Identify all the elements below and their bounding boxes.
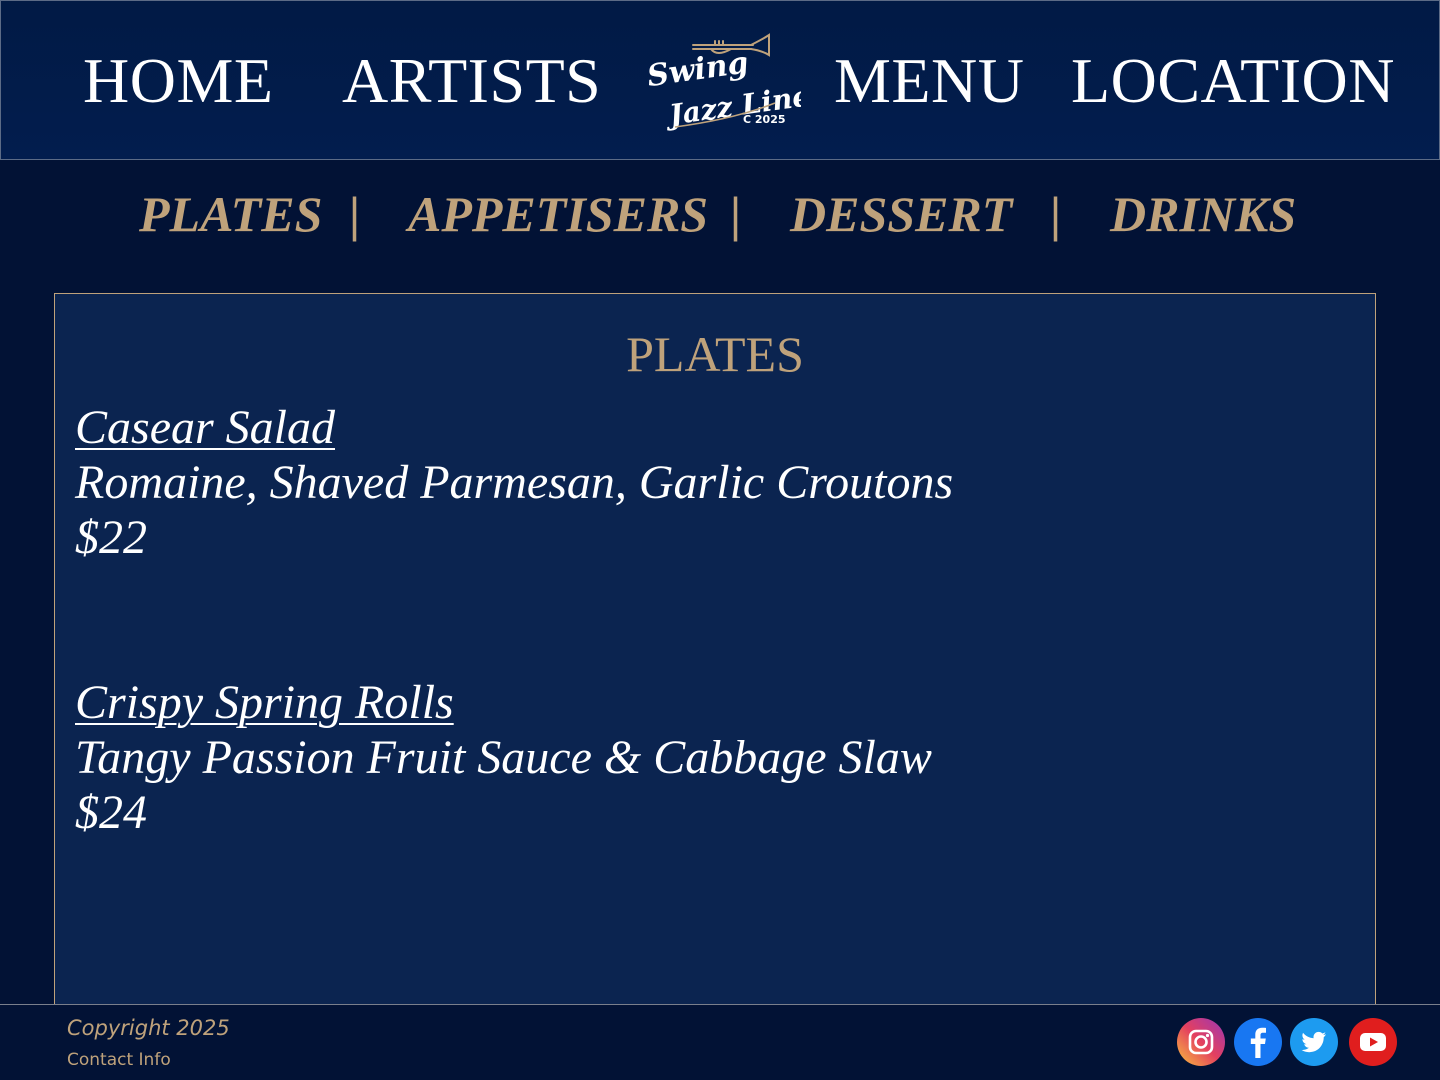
page-footer: Copyright 2025 Contact Info	[0, 1004, 1440, 1080]
copyright-text: Copyright 2025	[67, 1016, 230, 1040]
category-separator: |	[1050, 186, 1062, 242]
menu-item: Crispy Spring Rolls Tangy Passion Fruit …	[75, 675, 932, 840]
trumpet-logo-icon: Swing Jazz Line C 2025	[645, 33, 812, 132]
menu-item: Casear Salad Romaine, Shaved Parmesan, G…	[75, 400, 953, 565]
category-plates-link[interactable]: PLATES	[139, 184, 322, 244]
dish-price: $24	[75, 786, 147, 839]
dish-name[interactable]: Crispy Spring Rolls	[75, 675, 932, 730]
category-drinks-link[interactable]: DRINKS	[1110, 184, 1296, 244]
svg-text:Swing: Swing	[645, 45, 751, 94]
svg-text:C 2025: C 2025	[743, 113, 786, 126]
dish-price: $22	[75, 511, 147, 564]
top-navigation-bar: HOME ARTISTS Swing Jazz Line C 2025 MENU…	[0, 0, 1440, 160]
category-appetisers-link[interactable]: APPETISERS	[408, 184, 708, 244]
twitter-icon[interactable]	[1290, 1018, 1338, 1066]
contact-info-link[interactable]: Contact Info	[67, 1049, 171, 1071]
category-separator: |	[349, 186, 361, 242]
nav-artists-link[interactable]: ARTISTS	[342, 43, 601, 119]
menu-category-nav: PLATES | APPETISERS | DESSERT | DRINKS	[0, 160, 1440, 270]
nav-location-link[interactable]: LOCATION	[1071, 43, 1395, 119]
dish-name[interactable]: Casear Salad	[75, 400, 953, 455]
dish-description: Tangy Passion Fruit Sauce & Cabbage Slaw	[75, 731, 932, 784]
category-dessert-link[interactable]: DESSERT	[790, 184, 1012, 244]
youtube-icon[interactable]	[1349, 1018, 1397, 1066]
dish-description: Romaine, Shaved Parmesan, Garlic Crouton…	[75, 456, 954, 509]
panel-title: PLATES	[626, 326, 804, 382]
menu-panel[interactable]: PLATES Casear Salad Romaine, Shaved Parm…	[54, 293, 1376, 1013]
nav-home-link[interactable]: HOME	[83, 43, 273, 119]
instagram-icon[interactable]	[1177, 1018, 1225, 1066]
category-separator: |	[730, 186, 742, 242]
swing-jazz-line-logo[interactable]: Swing Jazz Line C 2025	[645, 31, 812, 132]
facebook-icon[interactable]	[1234, 1018, 1282, 1066]
nav-menu-link[interactable]: MENU	[834, 43, 1024, 119]
